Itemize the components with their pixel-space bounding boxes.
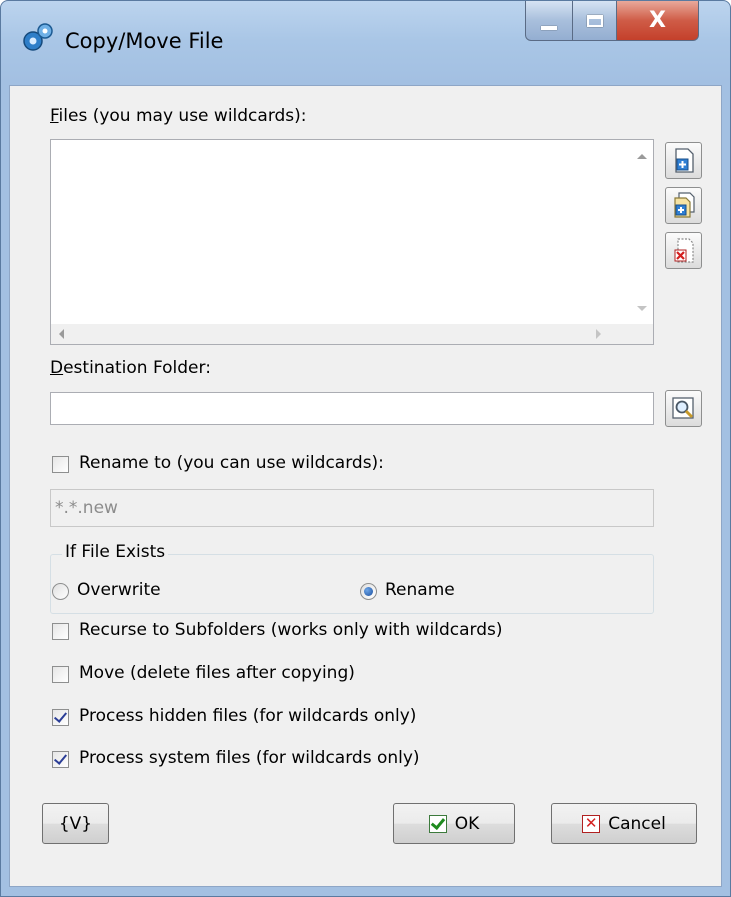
title-bar: Copy/Move File X	[1, 1, 730, 85]
destination-label: Destination Folder:	[50, 358, 211, 378]
files-label-text: iles (you may use wildcards):	[58, 106, 307, 126]
rename-checkbox[interactable]	[52, 456, 69, 473]
scroll-up-icon[interactable]	[637, 154, 647, 159]
close-icon: X	[649, 8, 666, 33]
browse-folder-button[interactable]	[665, 390, 702, 427]
dialog-window: Copy/Move File X Files (you may use wild…	[0, 0, 731, 897]
overwrite-radio-label[interactable]: Overwrite	[77, 580, 161, 600]
maximize-icon	[586, 14, 603, 27]
scroll-corner	[631, 324, 653, 344]
scroll-right-icon[interactable]	[596, 329, 601, 339]
recurse-subfolders-checkbox[interactable]	[52, 623, 69, 640]
destination-label-accel: D	[50, 358, 64, 378]
process-hidden-label[interactable]: Process hidden files (for wildcards only…	[79, 706, 416, 726]
minimize-icon	[541, 25, 557, 30]
overwrite-radio[interactable]	[52, 583, 69, 600]
add-file-icon	[675, 148, 694, 173]
rename-to-value: *.*.new	[55, 498, 118, 518]
move-files-label[interactable]: Move (delete files after copying)	[79, 663, 355, 683]
maximize-button[interactable]	[573, 1, 617, 41]
destination-folder-input[interactable]	[50, 392, 654, 425]
cancel-button[interactable]: ✕ Cancel	[551, 803, 697, 844]
move-files-checkbox[interactable]	[52, 666, 69, 683]
files-textarea[interactable]	[50, 139, 654, 345]
rename-to-input[interactable]: *.*.new	[50, 489, 654, 527]
scroll-down-icon[interactable]	[637, 306, 647, 311]
add-folder-button[interactable]	[665, 187, 702, 224]
dialog-client-area: Files (you may use wildcards): Destinati…	[9, 85, 722, 887]
ok-button-label: OK	[454, 813, 480, 834]
files-horizontal-scrollbar[interactable]	[51, 324, 633, 344]
files-vertical-scrollbar[interactable]	[631, 140, 653, 326]
process-system-checkbox[interactable]	[52, 751, 69, 768]
browse-folder-icon	[672, 397, 694, 419]
recurse-subfolders-label[interactable]: Recurse to Subfolders (works only with w…	[79, 620, 503, 640]
variables-button[interactable]: {V}	[42, 803, 109, 844]
rename-radio[interactable]	[360, 583, 377, 600]
minimize-button[interactable]	[525, 1, 573, 41]
variables-button-label: {V}	[58, 813, 93, 834]
ok-button[interactable]: OK	[393, 803, 515, 844]
add-file-button[interactable]	[665, 142, 702, 179]
destination-label-text: estination Folder:	[63, 358, 211, 378]
if-file-exists-legend: If File Exists	[62, 542, 169, 562]
cancel-x-icon: ✕	[582, 814, 601, 833]
cancel-button-label: Cancel	[608, 813, 666, 834]
rename-radio-label[interactable]: Rename	[385, 580, 455, 600]
process-hidden-checkbox[interactable]	[52, 709, 69, 726]
files-label-accel: F	[50, 106, 59, 126]
app-gear-icon	[23, 23, 53, 51]
scroll-left-icon[interactable]	[59, 329, 64, 339]
rename-checkbox-label[interactable]: Rename to (you can use wildcards):	[79, 453, 384, 473]
remove-file-icon	[674, 238, 694, 263]
checkmark-icon	[428, 814, 447, 833]
files-label: Files (you may use wildcards):	[50, 106, 307, 126]
window-title: Copy/Move File	[65, 29, 224, 53]
add-folder-icon	[674, 192, 695, 218]
close-button[interactable]: X	[617, 1, 699, 41]
remove-file-button[interactable]	[665, 232, 702, 269]
process-system-label[interactable]: Process system files (for wildcards only…	[79, 748, 420, 768]
